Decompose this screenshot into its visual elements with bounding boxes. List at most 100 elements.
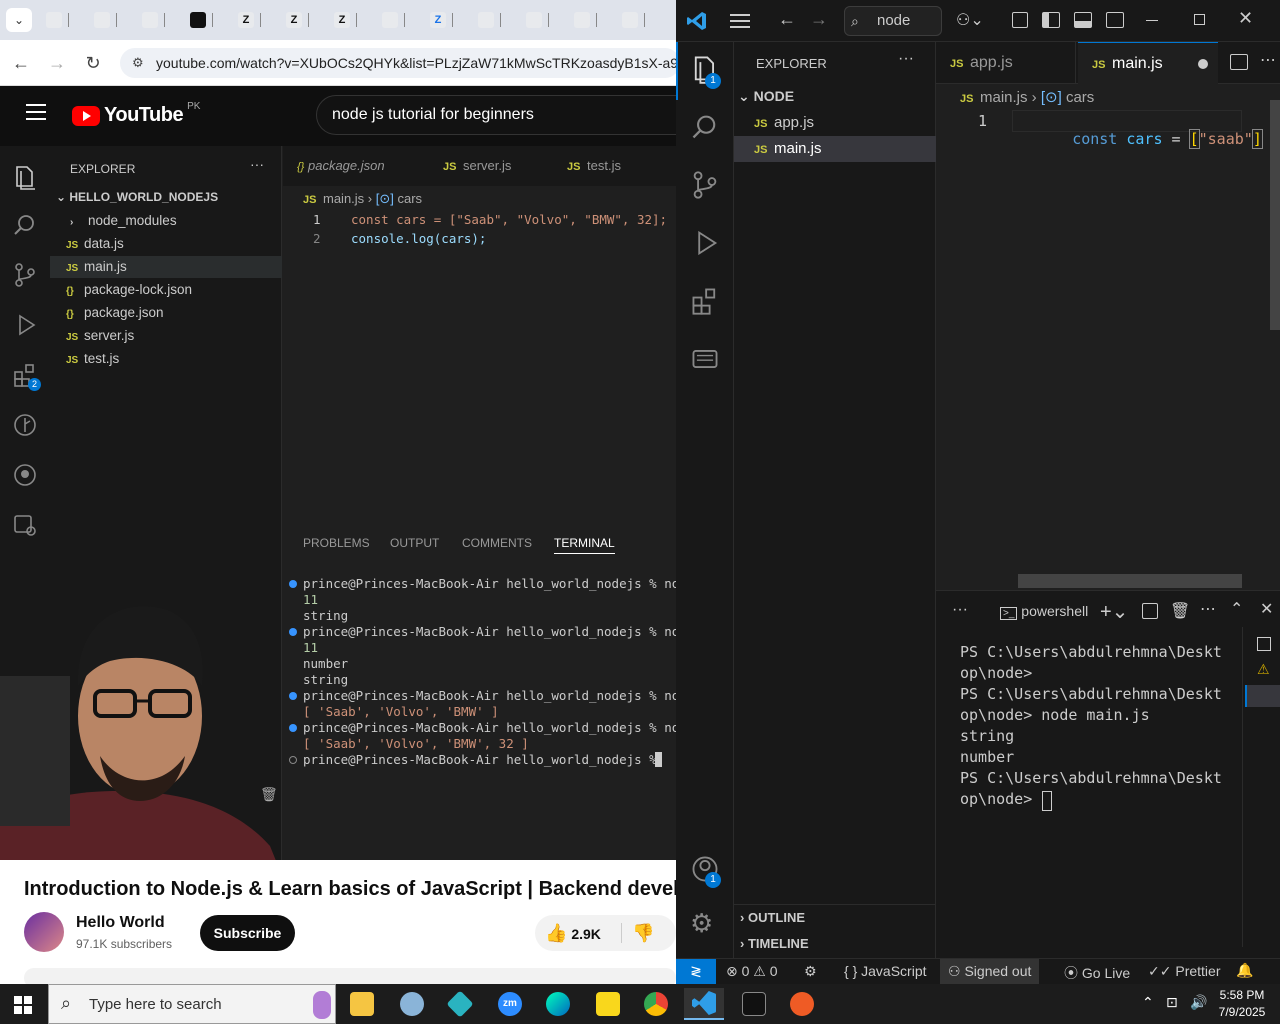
tab-package-json[interactable]: {} package.json: [283, 146, 427, 186]
code-line-1[interactable]: const cars = ["Saab", "Volvo", "BMW", 32…: [351, 212, 667, 227]
toggle-panel-icon[interactable]: [1074, 12, 1092, 28]
unsaved-dot-icon[interactable]: [1198, 59, 1208, 69]
explorer-more-icon[interactable]: ···: [898, 50, 914, 68]
search-icon[interactable]: [690, 112, 720, 142]
mac-file-item[interactable]: JS main.js: [50, 256, 282, 278]
terminal-output[interactable]: PS C:\Users\abdulrehmna\Deskt op\node> PS …: [960, 643, 1250, 943]
mac-file-item[interactable]: JS server.js: [50, 325, 282, 347]
new-terminal-icon[interactable]: +⌄: [1100, 599, 1128, 624]
command-center-search[interactable]: ⌕ node: [844, 6, 942, 36]
terminal-dropdown[interactable]: >_ powershell: [1000, 603, 1088, 620]
accounts-status[interactable]: ⚇ Signed out: [940, 959, 1040, 985]
subscribe-button[interactable]: Subscribe: [200, 915, 295, 951]
copilot-icon[interactable]: ⚇⌄: [956, 10, 984, 30]
extensions-icon[interactable]: [690, 286, 720, 316]
reload-button[interactable]: ↻: [80, 50, 106, 76]
back-arrow-icon[interactable]: ←: [778, 9, 796, 30]
mac-file-item[interactable]: {} package-lock.json: [50, 279, 282, 301]
split-terminal-icon[interactable]: [1142, 603, 1158, 619]
warning-icon[interactable]: ⚠: [1257, 661, 1270, 678]
volume-icon[interactable]: 🔊: [1190, 994, 1207, 1011]
explorer-more-icon[interactable]: ···: [250, 156, 264, 172]
editor-more-icon[interactable]: ⋯: [1260, 50, 1276, 70]
panel-more-icon[interactable]: ···: [952, 601, 968, 619]
browser-tab[interactable]: Z: [280, 8, 322, 32]
kill-terminal-icon[interactable]: 🗑: [1170, 601, 1190, 621]
browser-tab[interactable]: Z: [424, 8, 466, 32]
clock[interactable]: 5:58 PM 7/9/2025: [1214, 987, 1270, 1021]
site-settings-icon[interactable]: ⚙: [132, 48, 144, 78]
panel-tab-output[interactable]: OUTPUT: [390, 536, 439, 550]
back-button[interactable]: ←: [8, 50, 34, 76]
forward-button[interactable]: →: [44, 50, 70, 76]
browser-tab[interactable]: [616, 8, 658, 32]
maximize-button[interactable]: [1194, 14, 1205, 25]
menu-icon[interactable]: [730, 14, 750, 28]
browser-tab[interactable]: [520, 8, 562, 32]
youtube-search-input[interactable]: node js tutorial for beginners: [316, 95, 676, 135]
maximize-panel-icon[interactable]: ⌃: [1230, 599, 1243, 619]
browser-tab[interactable]: [376, 8, 418, 32]
terminal-tab-active-icon[interactable]: [1245, 685, 1280, 707]
network-icon[interactable]: ⊡: [1166, 994, 1178, 1011]
mac-file-item[interactable]: › node_modules: [50, 210, 282, 232]
breadcrumb-file[interactable]: main.js: [980, 89, 1028, 106]
breadcrumb-symbol[interactable]: cars: [1066, 89, 1094, 106]
taskbar-app-3[interactable]: [440, 988, 480, 1020]
remote-indicator[interactable]: ≷: [676, 959, 716, 985]
debug-icon[interactable]: ⚙: [804, 963, 817, 980]
panel-tab-terminal[interactable]: TERMINAL: [554, 536, 615, 554]
mac-file-item[interactable]: JS test.js: [50, 348, 282, 370]
url-input[interactable]: ⚙ youtube.com/watch?v=XUbOCs2QHYk&list=P…: [120, 48, 676, 78]
browser-tab[interactable]: [568, 8, 610, 32]
trash-icon[interactable]: 🗑: [260, 786, 278, 803]
problems-indicator[interactable]: ⊗ 0 ⚠ 0: [726, 963, 778, 980]
browser-tab[interactable]: [472, 8, 514, 32]
close-button[interactable]: ✕: [1238, 8, 1253, 29]
taskbar-terminal[interactable]: [734, 988, 774, 1020]
file-app-js[interactable]: JS app.js: [734, 110, 936, 136]
mac-file-item[interactable]: JS data.js: [50, 233, 282, 255]
show-hidden-icons[interactable]: ⌃: [1142, 994, 1154, 1011]
language-mode[interactable]: { } JavaScript: [844, 963, 927, 979]
browser-tab[interactable]: Z: [232, 8, 274, 32]
toggle-sidebar-icon[interactable]: [1042, 12, 1060, 28]
close-panel-icon[interactable]: ✕: [1260, 599, 1273, 619]
tab-app-js[interactable]: JS app.js: [936, 42, 1076, 84]
taskbar-zoom[interactable]: zm: [490, 988, 530, 1020]
taskbar-edge[interactable]: [538, 988, 578, 1020]
menu-icon[interactable]: [26, 104, 46, 120]
browser-tab[interactable]: [40, 8, 82, 32]
dislike-button[interactable]: 👎: [632, 915, 654, 951]
toggle-secondary-sidebar-icon[interactable]: [1106, 12, 1124, 28]
customize-layout-icon[interactable]: [1012, 12, 1028, 28]
tab-server-js[interactable]: JS server.js: [429, 146, 549, 186]
browser-tab[interactable]: [136, 8, 178, 32]
taskbar-app-2[interactable]: [392, 988, 432, 1020]
mac-file-item[interactable]: {} package.json: [50, 302, 282, 324]
file-main-js[interactable]: JS main.js: [734, 136, 936, 162]
youtube-video-area[interactable]: YouTube PK node js tutorial for beginner…: [0, 86, 676, 860]
forward-arrow-icon[interactable]: →: [810, 9, 828, 30]
code-line-2[interactable]: console.log(cars);: [351, 231, 486, 246]
split-editor-icon[interactable]: [1230, 54, 1248, 70]
browser-tab[interactable]: [88, 8, 130, 32]
minimize-button[interactable]: [1146, 20, 1158, 21]
terminal-more-icon[interactable]: ⋯: [1200, 599, 1216, 619]
manage-gear-icon[interactable]: ⚙: [690, 908, 713, 939]
source-control-icon[interactable]: [690, 170, 720, 200]
taskbar-app-postman[interactable]: [782, 988, 822, 1020]
folder-node[interactable]: ⌄ NODE: [738, 88, 794, 105]
run-debug-icon[interactable]: [690, 228, 720, 258]
code-line-1[interactable]: const cars = ["saab"]: [1018, 112, 1263, 166]
terminal-tab-icon[interactable]: [1257, 637, 1271, 651]
tab-test-js[interactable]: JS test.js: [553, 146, 673, 186]
prettier-status[interactable]: ✓✓ Prettier: [1148, 963, 1220, 980]
taskbar-sticky-notes[interactable]: [588, 988, 628, 1020]
start-button[interactable]: [14, 996, 32, 1014]
like-button[interactable]: 👍 2.9K: [545, 915, 601, 951]
project-folder[interactable]: ⌄ HELLO_WORLD_NODEJS: [56, 190, 218, 204]
tab-search-button[interactable]: ⌄: [6, 8, 32, 32]
taskbar-chrome[interactable]: [636, 988, 676, 1020]
breadcrumb-symbol[interactable]: cars: [398, 191, 423, 206]
